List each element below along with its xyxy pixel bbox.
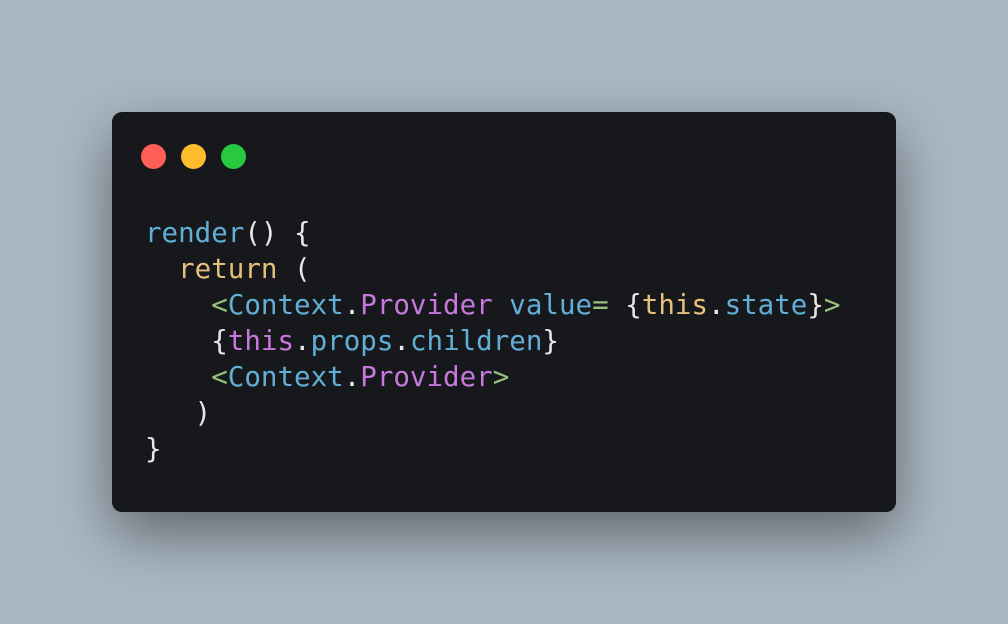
code-line: render() { bbox=[145, 215, 840, 251]
code-token-function: Context bbox=[227, 361, 344, 393]
code-token-plain: . bbox=[393, 325, 410, 357]
code-token-plain: . bbox=[343, 289, 361, 321]
code-token-component: Provider bbox=[360, 289, 493, 321]
code-line: } bbox=[145, 431, 840, 467]
code-token-function: value bbox=[509, 289, 593, 321]
window-controls bbox=[141, 144, 246, 169]
code-line: <Context.Provider value= {this.state}> bbox=[145, 287, 840, 323]
code-token-tag-bracket: > bbox=[492, 361, 510, 393]
code-token-tag-bracket: = bbox=[592, 289, 609, 321]
code-token-function: props bbox=[310, 325, 394, 357]
close-window-icon[interactable] bbox=[141, 144, 166, 169]
code-token-plain: } bbox=[145, 433, 162, 465]
code-token-component: Provider bbox=[360, 361, 493, 393]
code-token-function: Context bbox=[227, 289, 344, 321]
code-token-function: render bbox=[145, 217, 245, 249]
minimize-window-icon[interactable] bbox=[181, 144, 206, 169]
code-line: {this.props.children} bbox=[145, 323, 840, 359]
code-token-plain: ) bbox=[194, 397, 212, 429]
code-token-plain: } bbox=[807, 289, 824, 321]
code-token-plain: { bbox=[211, 325, 228, 357]
code-token-tag-bracket: > bbox=[823, 289, 841, 321]
zoom-window-icon[interactable] bbox=[221, 144, 246, 169]
code-token-plain: ( bbox=[277, 253, 311, 285]
code-window: render() { return ( <Context.Provider va… bbox=[112, 112, 896, 512]
code-token-keyword: return bbox=[178, 253, 278, 285]
code-token-plain: . bbox=[343, 361, 361, 393]
code-token-plain: . bbox=[708, 289, 725, 321]
code-token-plain: { bbox=[608, 289, 642, 321]
code-token-tag-bracket: < bbox=[211, 289, 228, 321]
code-token-component: this bbox=[227, 325, 295, 357]
code-token-plain: } bbox=[542, 325, 559, 357]
code-token-function: children bbox=[409, 325, 543, 357]
code-line: <Context.Provider> bbox=[145, 359, 840, 395]
code-block: render() { return ( <Context.Provider va… bbox=[145, 215, 840, 467]
code-token-function: state bbox=[724, 289, 808, 321]
code-line: ) bbox=[145, 395, 840, 431]
code-token-plain: () { bbox=[244, 217, 311, 249]
code-token-plain: . bbox=[294, 325, 311, 357]
code-line: return ( bbox=[145, 251, 840, 287]
code-token-tag-bracket: < bbox=[211, 361, 228, 393]
code-token-keyword: this bbox=[641, 289, 708, 321]
